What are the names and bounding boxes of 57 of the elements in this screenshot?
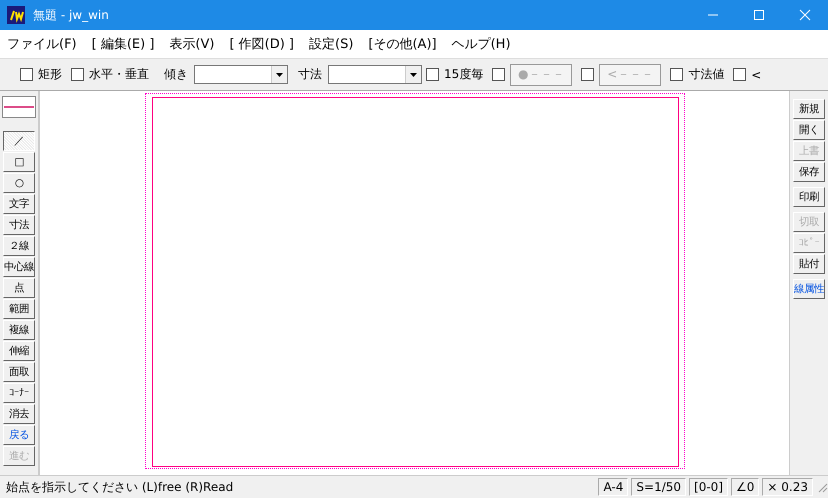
tool-button[interactable]: ｺｰﾅｰ [3,383,35,403]
tool-button[interactable]: 寸法 [3,215,35,235]
menu-item[interactable]: 表示(V) [169,35,214,53]
checkbox-label: < [751,68,762,82]
checkbox[interactable] [733,68,746,81]
window-title: 無題 - jw_win [33,6,109,24]
tool-button[interactable]: 伸縮 [3,341,35,361]
tool-button[interactable]: ／ [3,131,35,151]
tool-button[interactable]: 点 [3,278,35,298]
line-style-button[interactable] [2,96,36,118]
tool-button[interactable]: 文字 [3,194,35,214]
tool-button[interactable]: ２線 [3,236,35,256]
resize-grip-icon[interactable] [816,481,828,493]
tool-button[interactable]: 面取 [3,362,35,382]
tool-button[interactable]: 中心線 [3,257,35,277]
status-cell: [0-0] [689,478,728,496]
status-cell: ∠0 [731,478,760,496]
tool-button[interactable]: 消去 [3,404,35,424]
command-button[interactable]: 貼付 [793,254,825,274]
tool-button[interactable]: □ [3,152,35,172]
dropdown-arrow-icon [410,72,417,76]
app-logo-icon [7,6,25,24]
close-icon[interactable] [799,9,811,21]
menu-item[interactable]: 設定(S) [309,35,354,53]
line-sample-icon [4,106,34,108]
tool-button[interactable]: 範囲 [3,299,35,319]
dropdown-field[interactable] [194,65,288,84]
menu-item[interactable]: ファイル(F) [7,35,77,53]
command-button[interactable]: 印刷 [793,187,825,207]
menu-item[interactable]: [その他(A)] [368,35,437,53]
tool-button[interactable]: 戻る [3,425,35,445]
checkbox-label: 15度毎 [444,66,484,83]
status-cell: A-4 [598,478,628,496]
tool-button[interactable]: 複線 [3,320,35,340]
menu-item[interactable]: ヘルプ(H) [452,35,511,53]
field-label: 傾き [164,66,188,83]
status-cell: S=1/50 [631,478,686,496]
checkbox[interactable] [20,68,33,81]
command-button[interactable]: 新規 [793,99,825,119]
status-cell: × 0.23 [762,478,813,496]
checkbox[interactable] [426,68,439,81]
dropdown-arrow-icon [276,72,283,76]
checkbox-label: 矩形 [38,66,62,83]
menu-item[interactable]: [ 作図(D) ] [229,35,294,53]
checkbox[interactable] [670,68,684,81]
checkbox-label: 寸法値 [688,66,724,83]
command-button[interactable]: 線属性 [793,279,825,299]
status-message: 始点を指示してください (L)free (R)Read [5,478,234,496]
command-button[interactable]: 保存 [793,162,825,182]
maximize-icon[interactable] [753,9,765,21]
field-label: 寸法 [298,66,322,83]
menu-item[interactable]: [ 編集(E) ] [92,35,154,53]
dropdown-field[interactable] [328,65,422,84]
checkbox[interactable] [71,68,84,81]
command-button[interactable]: 開く [793,120,825,140]
tool-button[interactable]: ○ [3,173,35,193]
checkbox-label: 水平・垂直 [89,66,149,83]
